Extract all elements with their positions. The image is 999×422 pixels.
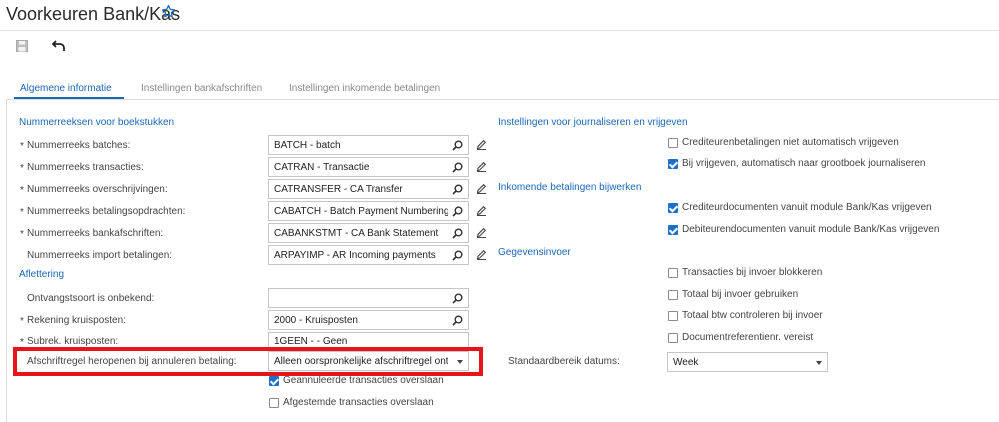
required-mark: * <box>20 185 24 196</box>
documentreferentie-label: Documentreferentienr. vereist <box>682 332 814 343</box>
search-icon[interactable] <box>452 162 463 173</box>
search-icon[interactable] <box>452 140 463 151</box>
tab-algemene-informatie[interactable]: Algemene informatie <box>20 83 112 94</box>
required-mark: * <box>20 229 24 240</box>
afgestemde-overslaan-label: Afgestemde transacties overslaan <box>283 397 434 408</box>
required-mark: * <box>20 207 24 218</box>
section-nummerreeksen: Nummerreeksen voor boekstukken <box>19 117 175 128</box>
nummerreeks-betalingsopdrachten-field[interactable]: CABATCH - Batch Payment Numbering <box>268 201 469 221</box>
pencil-icon[interactable] <box>476 139 487 150</box>
required-mark: * <box>20 316 24 327</box>
nummerreeks-transacties-field[interactable]: CATRAN - Transactie <box>268 157 469 177</box>
geannuleerde-overslaan-checkbox[interactable] <box>269 376 279 386</box>
field-value: 1GEEN - - Geen <box>274 336 348 347</box>
chevron-down-icon[interactable] <box>816 361 822 365</box>
star-icon[interactable] <box>161 4 176 19</box>
geannuleerde-overslaan-label: Geannuleerde transacties overslaan <box>283 375 444 386</box>
standaardbereik-datums-select[interactable]: Week <box>667 352 828 372</box>
tab-instellingen-inkomende-betalingen[interactable]: Instellingen inkomende betalingen <box>289 83 440 94</box>
nummerreeks-overschrijvingen-field[interactable]: CATRANSFER - CA Transfer <box>268 179 469 199</box>
documentreferentie-checkbox[interactable] <box>668 333 678 343</box>
page-title: Voorkeuren Bank/Kas <box>6 4 181 24</box>
crediteurenbetalingen-label: Crediteurenbetalingen niet automatisch v… <box>682 137 899 148</box>
label-subrek-kruisposten: Subrek. kruisposten: <box>27 336 119 347</box>
debiteurendocumenten-checkbox[interactable] <box>668 225 678 235</box>
transacties-blokkeren-checkbox[interactable] <box>668 268 678 278</box>
totaal-btw-label: Totaal btw controleren bij invoer <box>682 310 823 321</box>
crediteurdocumenten-label: Crediteurdocumenten vanuit module Bank/K… <box>682 202 932 213</box>
save-icon[interactable] <box>16 40 28 52</box>
label-nummerreeks-overschrijvingen: Nummerreeks overschrijvingen: <box>27 184 168 195</box>
search-icon[interactable] <box>452 228 463 239</box>
automatisch-journaliseren-checkbox[interactable] <box>668 159 678 169</box>
subrek-kruisposten-field[interactable]: 1GEEN - - Geen <box>268 332 469 348</box>
ontvangstsoort-onbekend-field[interactable] <box>268 288 469 308</box>
section-gegevensinvoer: Gegevensinvoer <box>498 247 571 258</box>
pencil-icon[interactable] <box>476 249 487 260</box>
field-value: CABANKSTMT - CA Bank Statement <box>274 228 439 239</box>
highlight-box <box>13 347 483 376</box>
label-standaardbereik-datums: Standaardbereik datums: <box>508 356 620 367</box>
label-nummerreeks-betalingsopdrachten: Nummerreeks betalingsopdrachten: <box>27 206 186 217</box>
search-icon[interactable] <box>452 315 463 326</box>
afgestemde-overslaan-checkbox[interactable] <box>269 398 279 408</box>
pencil-icon[interactable] <box>476 205 487 216</box>
section-inkomende-betalingen: Inkomende betalingen bijwerken <box>498 182 642 193</box>
tab-instellingen-bankafschriften[interactable]: Instellingen bankafschriften <box>141 83 262 94</box>
label-ontvangstsoort-onbekend: Ontvangstsoort is onbekend: <box>27 293 155 304</box>
crediteurenbetalingen-checkbox[interactable] <box>668 138 678 148</box>
search-icon[interactable] <box>452 184 463 195</box>
field-value: ARPAYIMP - AR Incoming payments <box>274 250 436 261</box>
section-aflettering: Aflettering <box>19 269 65 280</box>
search-icon[interactable] <box>452 206 463 217</box>
label-nummerreeks-import-betalingen: Nummerreeks import betalingen: <box>27 250 173 261</box>
transacties-blokkeren-label: Transacties bij invoer blokkeren <box>682 267 823 278</box>
pencil-icon[interactable] <box>476 161 487 172</box>
undo-icon[interactable] <box>52 40 66 52</box>
totaal-btw-checkbox[interactable] <box>668 311 678 321</box>
field-value: Week <box>673 357 699 368</box>
tab-divider <box>6 99 999 100</box>
nummerreeks-import-betalingen-field[interactable]: ARPAYIMP - AR Incoming payments <box>268 245 469 265</box>
section-journaliseren: Instellingen voor journaliseren en vrijg… <box>498 117 688 128</box>
nummerreeks-batches-field[interactable]: BATCH - batch <box>268 135 469 155</box>
debiteurendocumenten-label: Debiteurendocumenten vanuit module Bank/… <box>682 224 940 235</box>
label-rekening-kruisposten: Rekening kruisposten: <box>27 315 126 326</box>
field-value: CABATCH - Batch Payment Numbering <box>274 206 448 217</box>
pencil-icon[interactable] <box>476 183 487 194</box>
automatisch-journaliseren-label: Bij vrijgeven, automatisch naar grootboe… <box>682 158 926 169</box>
nummerreeks-bankafschriften-field[interactable]: CABANKSTMT - CA Bank Statement <box>268 223 469 243</box>
label-nummerreeks-bankafschriften: Nummerreeks bankafschriften: <box>27 228 164 239</box>
panel-border <box>6 100 7 422</box>
field-value: BATCH - batch <box>274 140 341 151</box>
field-value: CATRAN - Transactie <box>274 162 370 173</box>
totaal-invoer-label: Totaal bij invoer gebruiken <box>682 289 799 300</box>
required-mark: * <box>20 141 24 152</box>
pencil-icon[interactable] <box>476 227 487 238</box>
label-nummerreeks-batches: Nummerreeks batches: <box>27 140 131 151</box>
field-value: 2000 - Kruisposten <box>274 315 358 326</box>
rekening-kruisposten-field[interactable]: 2000 - Kruisposten <box>268 310 469 330</box>
header-divider <box>0 30 999 31</box>
search-icon[interactable] <box>452 250 463 261</box>
totaal-invoer-checkbox[interactable] <box>668 290 678 300</box>
label-nummerreeks-transacties: Nummerreeks transacties: <box>27 162 144 173</box>
search-icon[interactable] <box>452 293 463 304</box>
field-value: CATRANSFER - CA Transfer <box>274 184 403 195</box>
crediteurdocumenten-checkbox[interactable] <box>668 203 678 213</box>
required-mark: * <box>20 163 24 174</box>
